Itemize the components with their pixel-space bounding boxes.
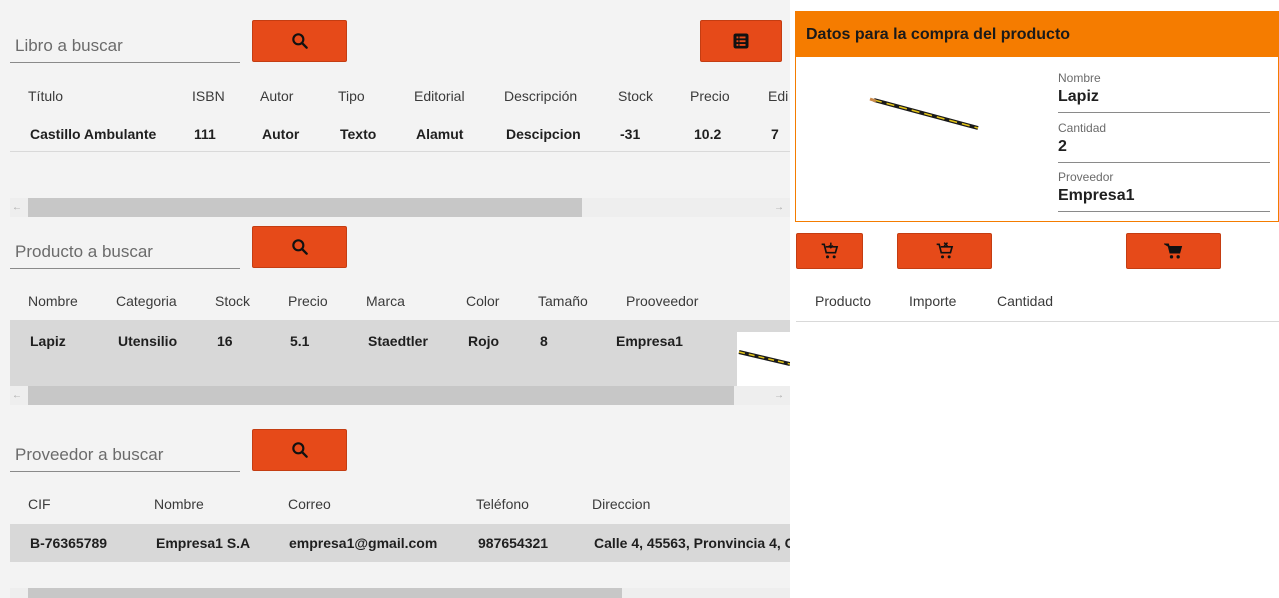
purchase-card-title: Datos para la compra del producto [806, 26, 1071, 43]
purchase-product-image [868, 66, 983, 164]
checkout-cart-button[interactable] [1126, 233, 1221, 269]
libro-scroll-thumb[interactable] [28, 198, 582, 217]
cantidad-underline [1058, 162, 1270, 163]
nombre-field[interactable]: Lapiz [1058, 88, 1099, 106]
libro-search-button[interactable] [252, 20, 347, 62]
pencil-icon [869, 97, 979, 130]
producto-cell-color: Rojo [468, 333, 500, 349]
shopping-cart-icon [1163, 243, 1182, 259]
libro-cell-edicion: 7 [771, 126, 779, 142]
proveedor-search-underline [10, 471, 240, 472]
product-image [737, 332, 791, 386]
libro-cell-descripcion: Descipcion [506, 126, 581, 142]
cantidad-label: Cantidad [1058, 121, 1107, 135]
cart-col-importe[interactable]: Importe [909, 293, 956, 309]
producto-col-tamano[interactable]: Tamaño [538, 293, 588, 309]
scroll-left-icon[interactable]: ← [12, 386, 22, 405]
proveedor-cell-cif: B-76365789 [30, 535, 108, 551]
proveedor-col-cif[interactable]: CIF [28, 496, 51, 512]
producto-cell-proveedor: Empresa1 [616, 333, 683, 349]
scroll-right-icon[interactable]: → [774, 198, 784, 217]
producto-col-precio[interactable]: Precio [288, 293, 328, 309]
producto-col-proveedor[interactable]: Prooveedor [626, 293, 698, 309]
proveedor-label: Proveedor [1058, 170, 1114, 184]
libro-col-autor[interactable]: Autor [260, 88, 293, 104]
libro-col-precio[interactable]: Precio [690, 88, 730, 104]
search-icon [291, 33, 308, 49]
purchase-card: Datos para la compra del producto Nombre… [795, 11, 1279, 222]
purchase-card-header: Datos para la compra del producto [796, 12, 1278, 57]
row-divider [10, 151, 790, 152]
libro-cell-isbn: 111 [194, 126, 216, 142]
producto-cell-stock: 16 [217, 333, 233, 349]
table-row[interactable]: Lapiz Utensilio 16 5.1 Staedtler Rojo 8 … [10, 320, 791, 386]
pencil-icon [738, 350, 791, 366]
producto-search-button[interactable] [252, 226, 347, 268]
libro-col-edicion[interactable]: Edi [768, 88, 788, 104]
remove-from-cart-icon [936, 242, 953, 259]
proveedor-search-input[interactable]: Proveedor a buscar [15, 445, 163, 465]
producto-col-marca[interactable]: Marca [366, 293, 405, 309]
producto-search-underline [10, 268, 240, 269]
list-icon [733, 33, 749, 49]
producto-cell-nombre: Lapiz [30, 333, 66, 349]
cart-header-divider [796, 321, 1279, 322]
producto-col-categoria[interactable]: Categoria [116, 293, 177, 309]
search-panel: Libro a buscar Título ISBN Autor Tipo Ed… [0, 0, 791, 598]
libro-cell-stock: -31 [620, 126, 641, 142]
proveedor-col-nombre[interactable]: Nombre [154, 496, 204, 512]
producto-col-stock[interactable]: Stock [215, 293, 250, 309]
libro-cell-tipo: Texto [340, 126, 377, 142]
producto-cell-categoria: Utensilio [118, 333, 178, 349]
nombre-label: Nombre [1058, 71, 1101, 85]
proveedor-col-correo[interactable]: Correo [288, 496, 331, 512]
proveedor-underline [1058, 211, 1270, 212]
nombre-underline [1058, 112, 1270, 113]
proveedor-cell-correo: empresa1@gmail.com [289, 535, 438, 551]
cart-col-producto[interactable]: Producto [815, 293, 871, 309]
proveedor-cell-direccion: Calle 4, 45563, Pronvincia 4, C [594, 535, 790, 551]
add-to-cart-button[interactable] [796, 233, 863, 269]
proveedor-scroll-thumb[interactable] [28, 588, 622, 598]
libro-cell-autor: Autor [262, 126, 300, 142]
table-row[interactable]: B-76365789 Empresa1 S.A empresa1@gmail.c… [10, 524, 790, 562]
proveedor-cell-telefono: 987654321 [478, 535, 549, 551]
scroll-right-icon[interactable]: → [774, 386, 784, 405]
proveedor-cell-nombre: Empresa1 S.A [156, 535, 251, 551]
libro-cell-titulo: Castillo Ambulante [30, 126, 157, 142]
proveedor-col-direccion[interactable]: Direccion [592, 496, 650, 512]
producto-search-input[interactable]: Producto a buscar [15, 242, 153, 262]
add-to-cart-icon [821, 242, 838, 259]
libro-col-descripcion[interactable]: Descripción [504, 88, 577, 104]
libro-cell-editorial: Alamut [416, 126, 464, 142]
cart-col-cantidad[interactable]: Cantidad [997, 293, 1053, 309]
proveedor-col-telefono[interactable]: Teléfono [476, 496, 529, 512]
cantidad-field[interactable]: 2 [1058, 138, 1067, 156]
libro-col-tipo[interactable]: Tipo [338, 88, 365, 104]
proveedor-search-button[interactable] [252, 429, 347, 471]
remove-from-cart-button[interactable] [897, 233, 992, 269]
proveedor-field[interactable]: Empresa1 [1058, 187, 1135, 205]
producto-scroll-thumb[interactable] [28, 386, 734, 405]
list-view-button[interactable] [700, 20, 782, 62]
libro-search-input[interactable]: Libro a buscar [15, 36, 123, 56]
libro-col-editorial[interactable]: Editorial [414, 88, 465, 104]
libro-search-underline [10, 62, 240, 63]
libro-cell-precio: 10.2 [694, 126, 722, 142]
search-icon [291, 239, 308, 255]
producto-col-color[interactable]: Color [466, 293, 499, 309]
producto-cell-precio: 5.1 [290, 333, 310, 349]
libro-col-isbn[interactable]: ISBN [192, 88, 225, 104]
search-icon [291, 442, 308, 458]
producto-cell-tamano: 8 [540, 333, 548, 349]
scroll-left-icon[interactable]: ← [12, 198, 22, 217]
libro-col-titulo[interactable]: Título [28, 88, 63, 104]
libro-col-stock[interactable]: Stock [618, 88, 653, 104]
producto-col-nombre[interactable]: Nombre [28, 293, 78, 309]
producto-cell-marca: Staedtler [368, 333, 428, 349]
